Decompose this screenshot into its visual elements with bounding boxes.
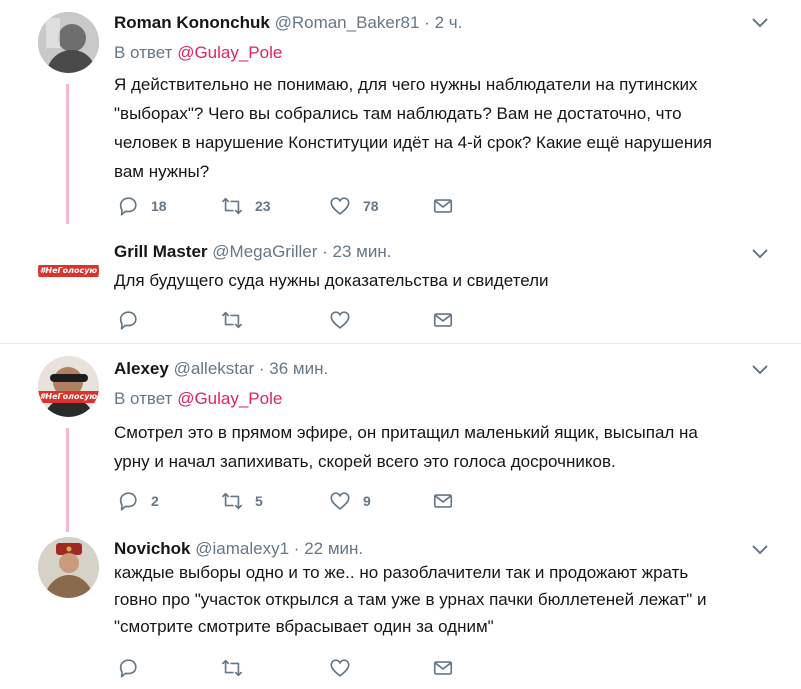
tweet-text: каждые выборы одно и то же.. но разоблач… [114,563,707,636]
avatar-tag: #НеГолосую [38,265,99,277]
tweet-text: Смотрел это в прямом эфире, он притащил … [114,423,698,471]
retweet-count: 23 [255,198,271,214]
like-button[interactable] [329,656,351,680]
reply-button[interactable]: 2 [117,489,159,513]
reply-count: 2 [151,493,159,509]
fullname[interactable]: Roman Kononchuk [114,13,270,32]
reply-icon [119,311,137,330]
tweet-header: Grill Master @MegaGriller · 23 мин. [114,241,774,263]
heart-icon [330,492,350,510]
like-button[interactable] [329,308,351,332]
separator: · [322,242,328,261]
fullname[interactable]: Alexey [114,359,169,378]
avatar[interactable]: #НеГолосую [38,356,99,417]
reply-count: 18 [151,198,167,214]
avatar[interactable] [38,12,99,73]
retweet-count: 5 [255,493,263,509]
retweet-button[interactable] [221,308,243,332]
tweet-header: Novichok @iamalexy1 · 22 мин. [114,538,774,560]
tweet-header: Alexey @allekstar · 36 мин. [114,358,774,380]
thread-line [66,84,69,224]
like-count: 9 [363,493,371,509]
reply-prefix: В ответ [114,389,173,408]
username[interactable]: @iamalexy1 [195,539,289,558]
envelope-icon [433,661,453,675]
like-button[interactable]: 9 [329,489,371,513]
separator: · [424,13,430,32]
direct-message-button[interactable] [432,194,454,218]
like-button[interactable]: 78 [329,194,379,218]
reply-context: В ответ @Gulay_Pole [114,388,774,410]
reply-prefix: В ответ [114,43,173,62]
reply-icon [119,492,137,511]
reply-icon [119,659,137,678]
chevron-down-icon[interactable] [751,544,769,556]
thread-line [66,428,69,532]
conversation-divider [0,343,801,344]
timestamp[interactable]: 2 ч. [435,13,463,32]
avatar-tag: #НеГолосую [38,391,99,403]
timestamp[interactable]: 23 мин. [333,242,392,261]
reply-button[interactable] [117,656,139,680]
heart-icon [330,659,350,677]
separator: · [293,539,300,558]
username[interactable]: @MegaGriller [212,242,317,261]
retweet-button[interactable]: 5 [221,489,263,513]
envelope-icon [433,494,453,508]
reply-button[interactable]: 18 [117,194,167,218]
reply-context: В ответ @Gulay_Pole [114,42,774,64]
tweet-text: Я действительно не понимаю, для чего нуж… [114,75,712,181]
avatar[interactable]: #НеГолосую [38,240,99,301]
retweet-icon [222,659,242,677]
reply-button[interactable] [117,308,139,332]
retweet-button[interactable] [221,656,243,680]
envelope-icon [433,313,453,327]
timestamp[interactable]: 36 мин. [269,359,328,378]
like-count: 78 [363,198,379,214]
retweet-button[interactable]: 23 [221,194,271,218]
username[interactable]: @Roman_Baker81 [275,13,420,32]
direct-message-button[interactable] [432,656,454,680]
separator: · [258,359,265,378]
retweet-icon [222,492,242,510]
chevron-down-icon[interactable] [751,17,769,29]
envelope-icon [433,199,453,213]
username[interactable]: @allekstar [174,359,255,378]
direct-message-button[interactable] [432,489,454,513]
fullname[interactable]: Grill Master [114,242,208,261]
tweet-header: Roman Kononchuk @Roman_Baker81 · 2 ч. [114,12,774,34]
chevron-down-icon[interactable] [751,364,769,376]
chevron-down-icon[interactable] [751,248,769,260]
fullname[interactable]: Novichok [114,539,191,558]
reply-mention-link[interactable]: @Gulay_Pole [177,43,282,62]
tweet-text: Для будущего суда нужны доказательства и… [114,271,549,290]
avatar[interactable] [38,537,99,598]
heart-icon [330,197,350,215]
retweet-icon [222,311,242,329]
reply-icon [119,197,137,216]
heart-icon [330,311,350,329]
timestamp[interactable]: 22 мин. [304,539,363,558]
reply-mention-link[interactable]: @Gulay_Pole [177,389,282,408]
retweet-icon [222,197,242,215]
direct-message-button[interactable] [432,308,454,332]
